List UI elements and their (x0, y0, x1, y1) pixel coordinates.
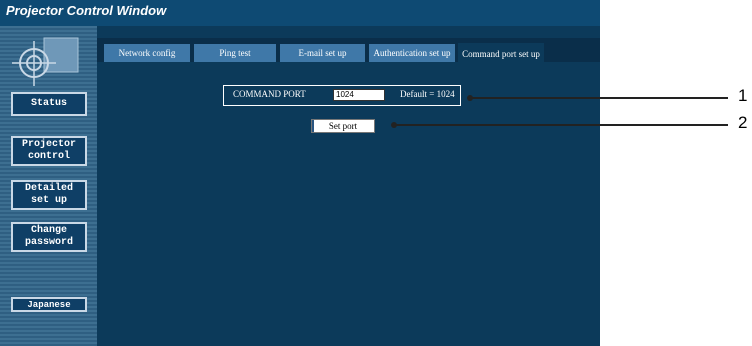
callout-1-number: 1 (738, 86, 748, 105)
sidebar-item-detailed-set-up[interactable]: Detailed set up (11, 180, 87, 210)
tab-command-port-set-up[interactable]: Command port set up (458, 43, 544, 64)
tab-ping-test[interactable]: Ping test (194, 44, 276, 62)
command-port-label: COMMAND PORT (233, 89, 306, 99)
sidebar-item-status[interactable]: Status (11, 92, 87, 116)
sidebar-item-projector-control[interactable]: Projector control (11, 136, 87, 166)
title-bar: Projector Control Window (0, 0, 600, 26)
content-panel (103, 64, 595, 346)
sidebar-item-japanese[interactable]: Japanese (11, 297, 87, 312)
set-port-button[interactable]: Set port (311, 119, 375, 133)
command-port-default: Default = 1024 (400, 89, 455, 99)
callout-2-line (394, 124, 728, 126)
crosshair-logo-icon (12, 37, 79, 86)
command-port-input[interactable]: 1024 (333, 89, 385, 101)
sidebar: Status Projector control Detailed set up… (0, 26, 97, 346)
tab-authentication-set-up[interactable]: Authentication set up (369, 44, 455, 62)
window-title: Projector Control Window (6, 3, 167, 18)
sidebar-item-change-password[interactable]: Change password (11, 222, 87, 252)
callout-2-number: 2 (738, 113, 748, 132)
tab-network-config[interactable]: Network config (104, 44, 190, 62)
tab-email-set-up[interactable]: E-mail set up (280, 44, 365, 62)
callout-1-line (470, 97, 728, 99)
projector-control-window: Projector Control Window Status Projecto… (0, 0, 600, 346)
